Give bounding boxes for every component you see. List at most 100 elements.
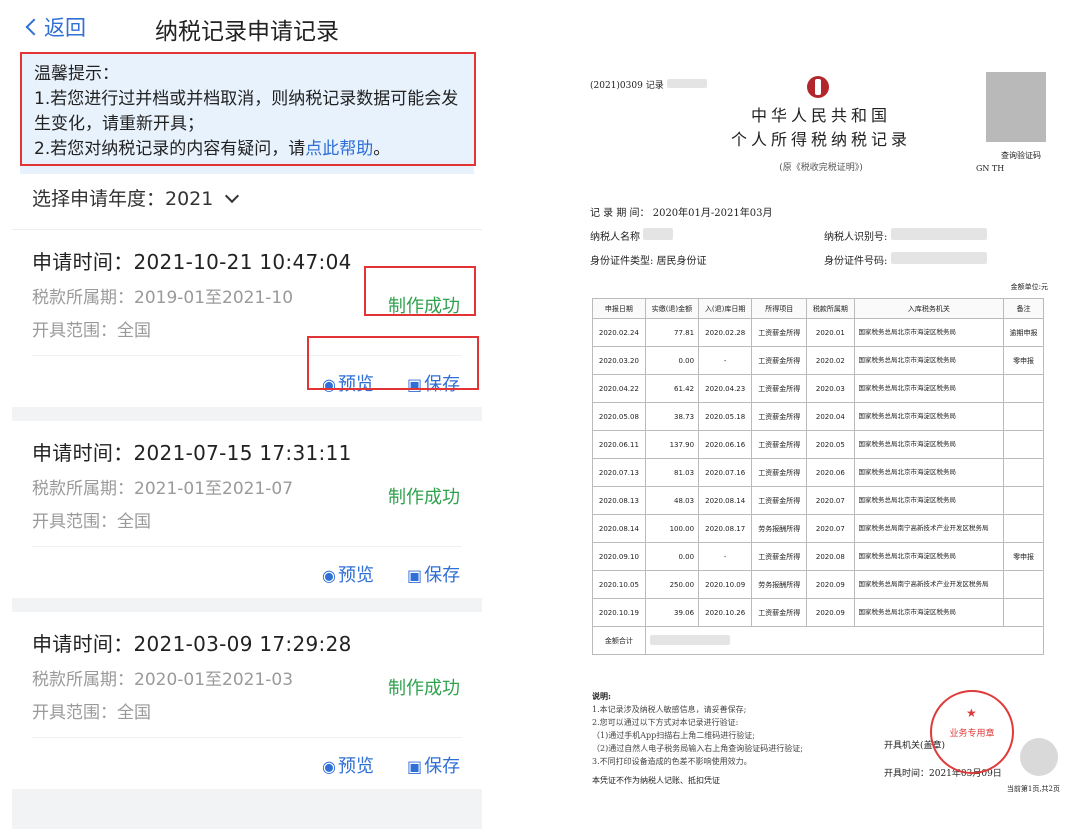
- column-header: 备注: [1003, 298, 1044, 319]
- table-cell: 2020.08.14: [592, 514, 646, 543]
- issue-scope: 开具范围：全国: [32, 512, 151, 532]
- document-number: (2021)0309 记录: [590, 78, 707, 91]
- table-cell: 工资薪金所得: [751, 598, 808, 627]
- table-cell: 2020.06.16: [698, 430, 753, 459]
- column-header: 所得项目: [751, 298, 808, 319]
- note-item: 2.您可以通过以下方式对本记录进行验证:: [592, 718, 739, 727]
- tax-record-app: 返回 纳税记录申请记录 温馨提示： 1.若您进行过并档或并档取消，则纳税记录数据…: [12, 0, 482, 829]
- issue-scope: 开具范围：全国: [32, 703, 151, 723]
- preview-button[interactable]: ◉ 预览: [322, 561, 374, 587]
- table-cell: 国家税务总局北京市海淀区税务局: [853, 598, 1005, 627]
- table-cell: 2020.05.08: [592, 402, 646, 431]
- taxpayer-id: 纳税人识别号:: [824, 228, 987, 243]
- page-title: 纳税记录申请记录: [155, 19, 339, 45]
- table-cell: [1003, 402, 1044, 431]
- table-row: 2020.08.14 100.00 2020.08.17 劳务报酬所得 2020.07 国…: [592, 514, 1044, 543]
- table-row: 2020.05.08 38.73 2020.05.18 工资薪金所得 2020.04 国家…: [592, 402, 1044, 431]
- taxpayer-name: 纳税人名称: [590, 228, 674, 243]
- table-cell: 2020.04.22: [592, 374, 646, 403]
- table-cell: -: [698, 346, 753, 375]
- floating-action-button[interactable]: [1020, 738, 1058, 776]
- table-cell: 国家税务总局北京市海淀区税务局: [853, 486, 1005, 515]
- save-button[interactable]: ▣ 保存: [407, 752, 460, 778]
- table-cell: 250.00: [644, 570, 700, 599]
- record-actions: ◉ 预览 ▣ 保存: [32, 546, 462, 598]
- note-item: （1)通过手机App扫描右上角二维码进行验证;: [592, 731, 755, 740]
- table-cell: 2020.02: [806, 346, 855, 375]
- preview-button[interactable]: ◉ 预览: [322, 752, 374, 778]
- table-row: 2020.02.24 77.81 2020.02.28 工资薪金所得 2020.01 国家…: [592, 318, 1044, 347]
- table-cell: 2020.04.23: [698, 374, 753, 403]
- total-label: 金额合计: [592, 626, 646, 655]
- amount-unit: 金额单位:元: [1010, 283, 1048, 291]
- column-header: 申报日期: [592, 298, 646, 319]
- record-card: 申请时间：2021-07-15 17:31:11 税款所属期：2021-01至2…: [12, 421, 482, 598]
- table-cell: [1003, 374, 1044, 403]
- record-card: 申请时间：2021-03-09 17:29:28 税款所属期：2020-01至2…: [12, 612, 482, 789]
- table-cell: 2020.09: [806, 570, 855, 599]
- table-cell: 2020.08.14: [698, 486, 753, 515]
- table-cell: 工资薪金所得: [751, 486, 808, 515]
- table-cell: 2020.09: [806, 598, 855, 627]
- table-cell: 0.00: [644, 346, 700, 375]
- table-cell: 2020.02.28: [698, 318, 753, 347]
- table-cell: [1003, 430, 1044, 459]
- emblem-icon: [807, 76, 829, 98]
- table-cell: 国家税务总局北京市海淀区税务局: [853, 318, 1005, 347]
- year-selector[interactable]: 选择申请年度：2021: [12, 174, 482, 230]
- preview-label: 预览: [337, 565, 374, 586]
- table-cell: 137.90: [644, 430, 700, 459]
- table-cell: 国家税务总局北京市海淀区税务局: [853, 430, 1005, 459]
- qr-code-icon[interactable]: [986, 72, 1046, 142]
- table-cell: 工资薪金所得: [751, 318, 808, 347]
- divider: [12, 598, 482, 612]
- table-cell: [1003, 458, 1044, 487]
- note-item: （2)通过自然人电子税务局输入右上角查询验证码进行验证;: [592, 744, 803, 753]
- table-cell: 工资薪金所得: [751, 402, 808, 431]
- highlight-tips: [20, 52, 476, 166]
- table-cell: 国家税务总局南宁高新技术产业开发区税务局: [853, 514, 1005, 543]
- table-cell: 2020.04: [806, 402, 855, 431]
- table-cell: 2020.02.24: [592, 318, 646, 347]
- table-row: 2020.03.20 0.00- 工资薪金所得 2020.02 国家税务总局北京市海淀区…: [592, 346, 1044, 375]
- table-cell: 2020.08: [806, 542, 855, 571]
- table-cell: 2020.05.18: [698, 402, 753, 431]
- save-label: 保存: [424, 565, 461, 586]
- table-cell: 48.03: [644, 486, 700, 515]
- table-row: 2020.08.13 48.03 2020.08.14 工资薪金所得 2020.07 国家…: [592, 486, 1044, 515]
- table-cell: 工资薪金所得: [751, 346, 808, 375]
- table-row: 2020.10.05 250.00 2020.10.09 劳务报酬所得 2020.09 国…: [592, 570, 1044, 599]
- official-stamp: 业务专用章: [930, 690, 1014, 774]
- table-cell: 劳务报酬所得: [751, 570, 808, 599]
- table-cell: 61.42: [644, 374, 700, 403]
- table-cell: 2020.01: [806, 318, 855, 347]
- table-cell: 工资薪金所得: [751, 430, 808, 459]
- status-badge: 制作成功: [388, 487, 460, 508]
- id-number: 身份证件号码:: [824, 252, 987, 267]
- preview-label: 预览: [337, 756, 374, 777]
- table-cell: 逾期申报: [1003, 318, 1044, 347]
- total-row: 金额合计: [592, 626, 1045, 655]
- record-actions: ◉ 预览 ▣ 保存: [32, 737, 462, 789]
- save-icon: ▣: [407, 566, 423, 585]
- qr-label: 查询验证码: [1001, 151, 1041, 160]
- table-cell: 77.81: [644, 318, 700, 347]
- status-badge: 制作成功: [388, 678, 460, 699]
- save-label: 保存: [424, 756, 461, 777]
- save-button[interactable]: ▣ 保存: [407, 561, 460, 587]
- table-cell: [1003, 514, 1044, 543]
- table-cell: 0.00: [644, 542, 700, 571]
- table-cell: 2020.10.05: [592, 570, 646, 599]
- table-cell: 工资薪金所得: [751, 458, 808, 487]
- table-cell: 2020.08.17: [698, 514, 753, 543]
- column-header: 入(退)库日期: [698, 298, 753, 319]
- notes: 说明: 1.本记录涉及纳税人敏感信息，请妥善保存; 2.您可以通过以下方式对本记…: [592, 690, 803, 787]
- table-cell: 39.06: [644, 598, 700, 627]
- table-cell: 2020.03.20: [592, 346, 646, 375]
- table-cell: 2020.07.13: [592, 458, 646, 487]
- record-period: 记 录 期 间： 2020年01月-2021年03月: [590, 208, 773, 219]
- highlight-status: [364, 266, 476, 316]
- apply-time: 申请时间：2021-03-09 17:29:28: [32, 632, 352, 656]
- table-cell: -: [698, 542, 753, 571]
- divider: [12, 789, 482, 829]
